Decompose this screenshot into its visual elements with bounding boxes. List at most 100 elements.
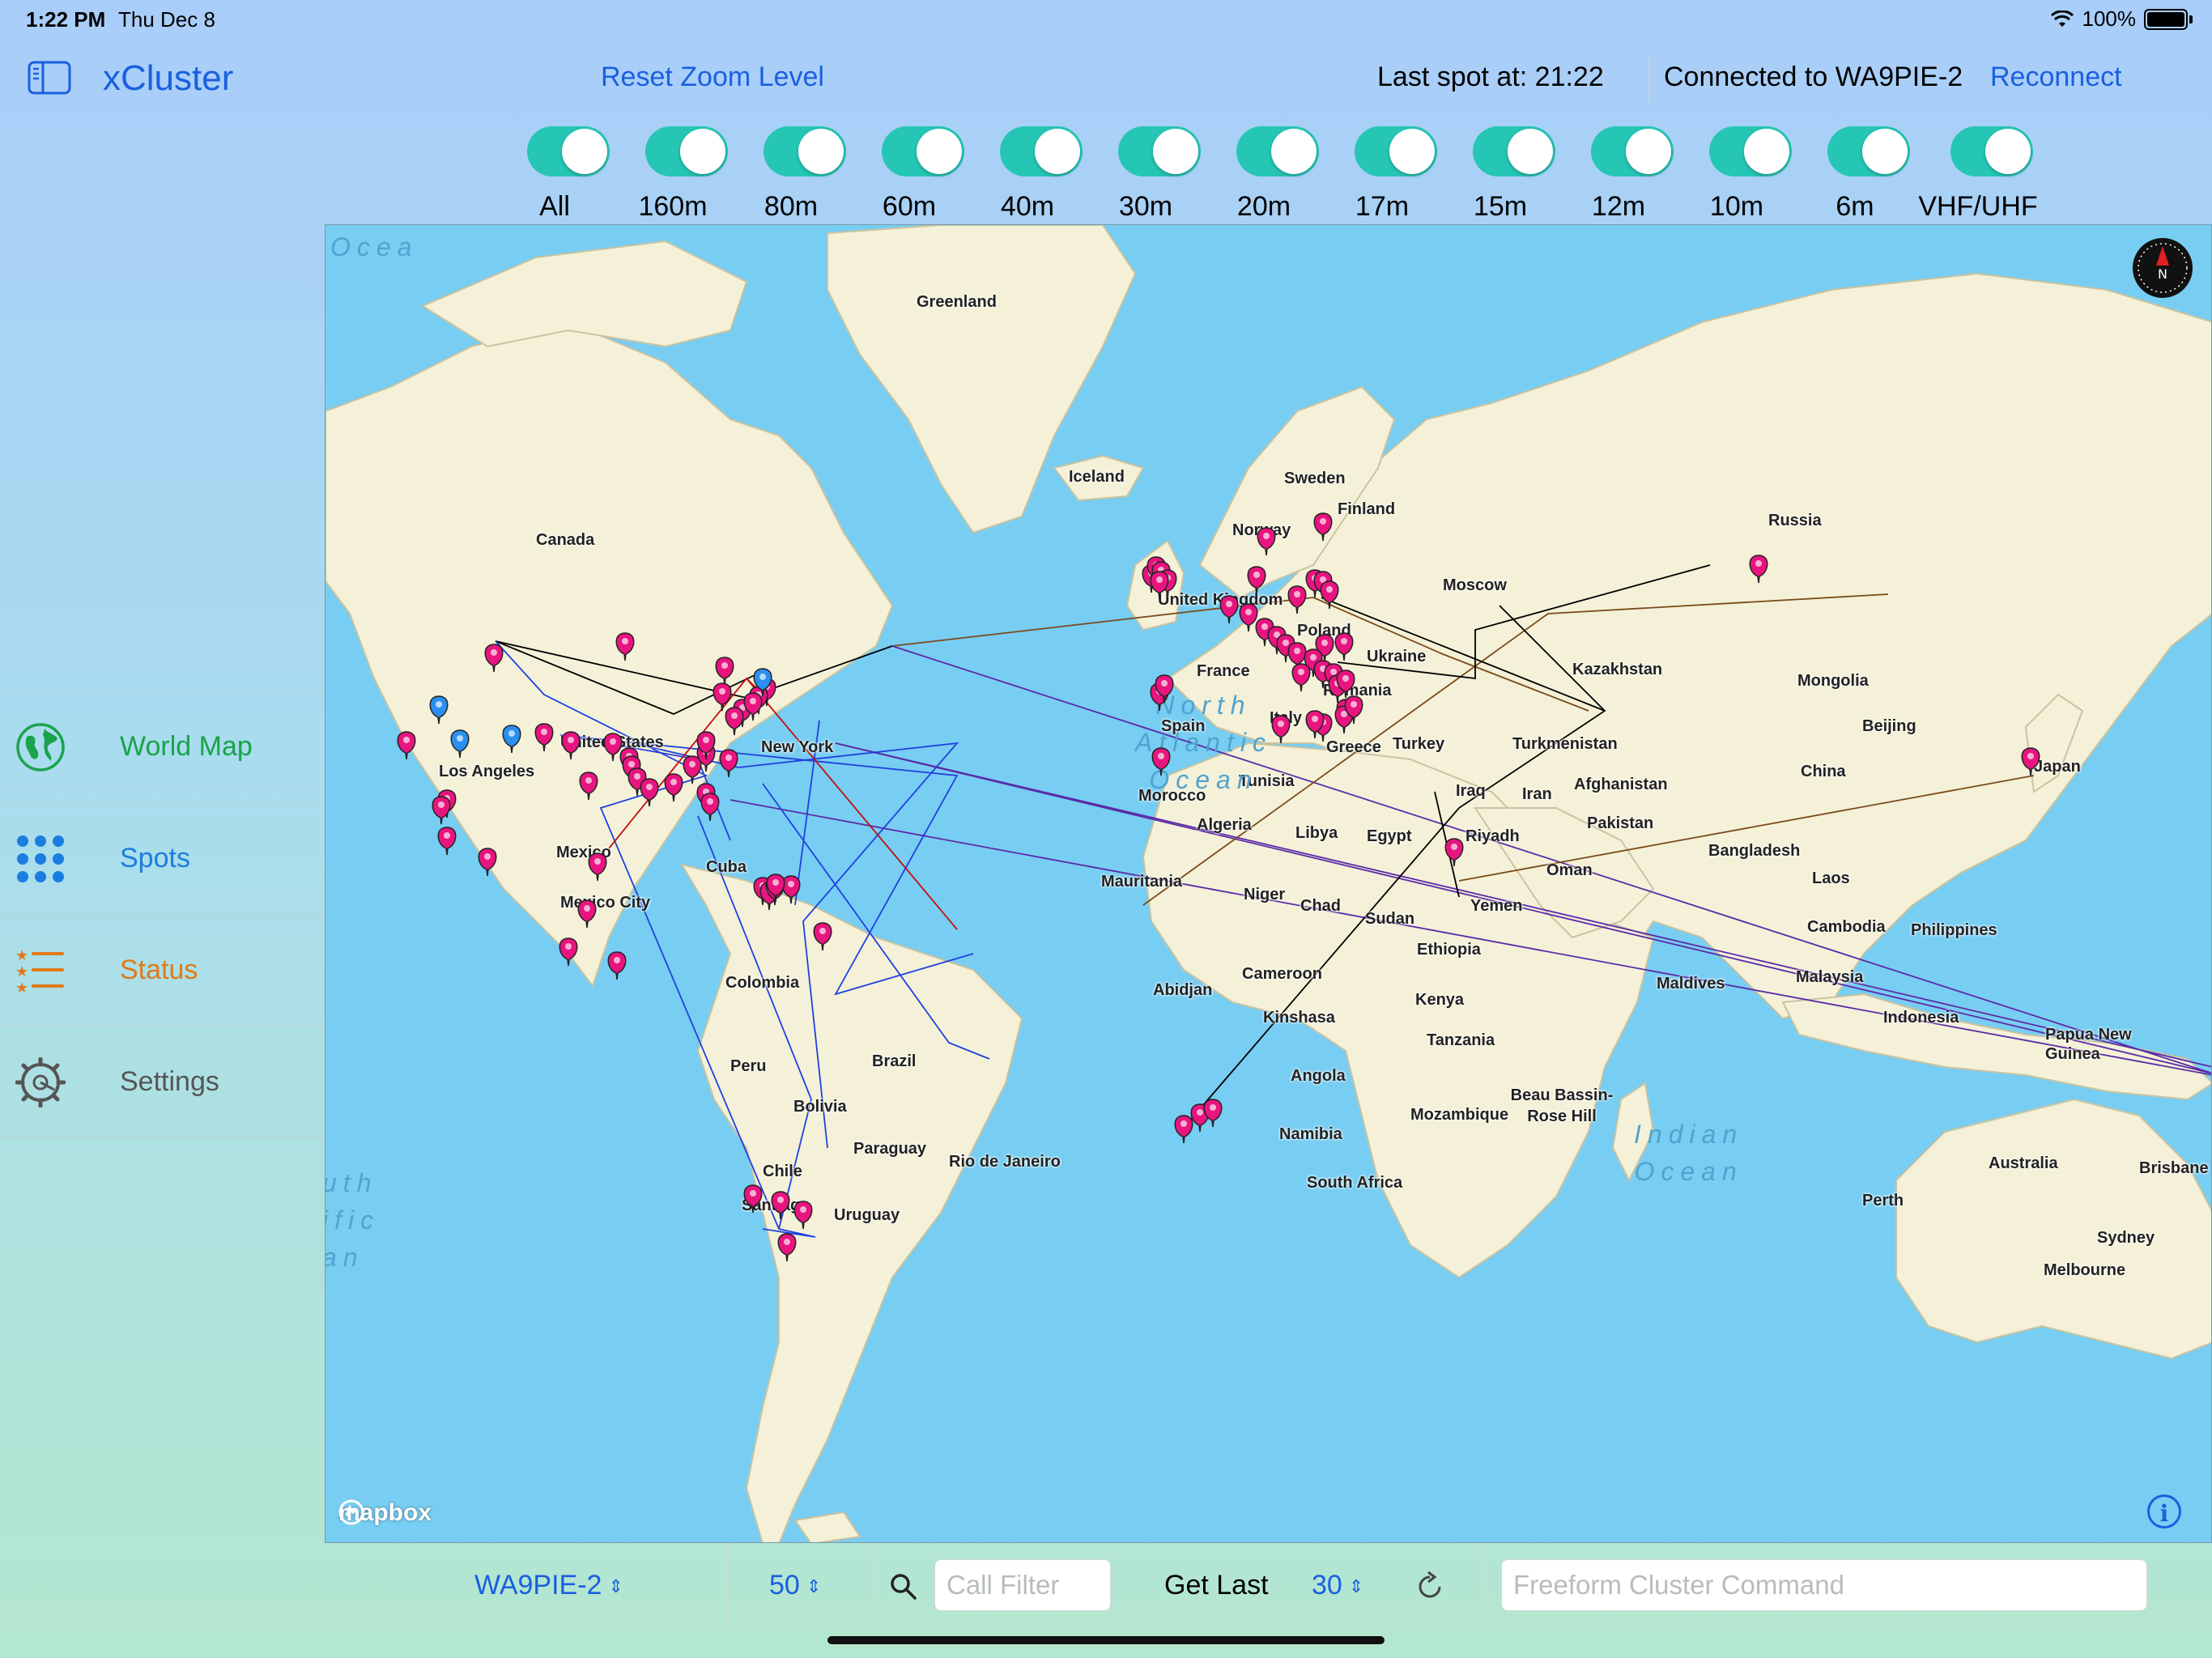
spot-pin[interactable] [1219, 595, 1239, 624]
world-map[interactable]: Greenland Iceland Canada United States L… [325, 224, 2212, 1543]
spot-pin[interactable] [777, 1233, 797, 1262]
sidebar-item-world-map[interactable]: World Map [0, 691, 324, 803]
spot-pin[interactable] [1334, 632, 1354, 661]
spot-pin[interactable] [793, 1201, 813, 1230]
spot-pin[interactable] [1239, 603, 1258, 632]
spot-pin[interactable] [1291, 663, 1311, 692]
toolbar-divider [874, 1543, 876, 1624]
spot-pin[interactable] [603, 733, 623, 762]
get-last-selector[interactable]: 30 ⇕ [1312, 1570, 1363, 1601]
battery-icon [2144, 8, 2188, 30]
grid-dots-icon [15, 833, 66, 885]
toggle-12m[interactable] [1591, 126, 1674, 176]
toggle-20m[interactable] [1236, 126, 1319, 176]
toggle-10m[interactable] [1709, 126, 1792, 176]
toggle-17m[interactable] [1355, 126, 1437, 176]
svg-text:★: ★ [15, 947, 28, 964]
sidebar-toggle-icon[interactable] [28, 61, 71, 95]
last-spot-label: Last spot at: 21:22 [1377, 62, 1604, 92]
spot-pin[interactable] [1257, 527, 1276, 556]
chevron-up-down-icon: ⇕ [608, 1576, 623, 1597]
toggle-160m[interactable] [645, 126, 728, 176]
spot-pin[interactable] [1247, 566, 1266, 595]
spot-pin[interactable] [397, 731, 416, 760]
freeform-command-input[interactable]: Freeform Cluster Command [1501, 1559, 2147, 1611]
info-icon[interactable]: i [2147, 1494, 2181, 1528]
get-last-label: Get Last [1164, 1570, 1269, 1601]
spot-pin[interactable] [771, 1191, 790, 1220]
spot-pin[interactable] [561, 731, 581, 760]
spot-pin[interactable] [664, 773, 683, 802]
spot-pin[interactable] [725, 707, 744, 736]
compass-icon[interactable]: N [2133, 238, 2193, 298]
status-bar: 1:22 PM Thu Dec 8 100% [0, 0, 2212, 39]
svg-text:N: N [2158, 266, 2167, 282]
spot-pin[interactable] [683, 755, 702, 784]
reconnect-button[interactable]: Reconnect [1990, 62, 2122, 93]
spot-pin[interactable] [579, 772, 598, 801]
spot-pin[interactable] [534, 723, 554, 752]
reset-zoom-button[interactable]: Reset Zoom Level [601, 62, 824, 93]
sidebar-item-label: Status [120, 954, 198, 985]
sidebar-item-settings[interactable]: Settings [0, 1027, 324, 1138]
mapbox-logo[interactable]: mapbox [338, 1499, 432, 1527]
toggle-15m[interactable] [1473, 126, 1555, 176]
status-time: 1:22 PM [26, 7, 106, 32]
spot-pin[interactable] [1749, 555, 1768, 584]
sidebar-item-label: Settings [120, 1066, 219, 1097]
spot-pin[interactable] [1271, 715, 1291, 744]
spot-pin[interactable] [781, 875, 801, 904]
spot-pin[interactable] [1287, 585, 1307, 614]
spot-count-selector[interactable]: 50 ⇕ [769, 1570, 821, 1601]
chevron-up-down-icon: ⇕ [806, 1576, 822, 1597]
search-icon [891, 1574, 917, 1600]
battery-percent: 100% [2082, 6, 2137, 31]
spot-pin[interactable] [615, 632, 635, 661]
refresh-icon[interactable] [1414, 1571, 1446, 1603]
spot-pin[interactable] [588, 852, 607, 882]
sidebar-item-status[interactable]: ★ ★ ★ Status [0, 915, 324, 1027]
spot-pin[interactable] [2021, 747, 2040, 776]
spot-pin[interactable] [437, 827, 457, 856]
list-stars-icon: ★ ★ ★ [15, 945, 66, 997]
spot-pin[interactable] [1320, 580, 1339, 610]
spot-pin[interactable] [700, 793, 720, 822]
spot-pin[interactable] [1313, 512, 1333, 542]
spot-pins [397, 512, 2040, 1262]
spot-pin[interactable] [813, 922, 832, 951]
status-right: 100% [2050, 6, 2193, 32]
spot-pin[interactable] [640, 778, 659, 807]
wifi-icon [2050, 10, 2074, 27]
spot-pin-blue[interactable] [502, 725, 521, 754]
mapbox-icon [338, 1499, 364, 1525]
spot-pin[interactable] [715, 657, 734, 686]
toggle-40m[interactable] [1000, 126, 1083, 176]
toggle-30m[interactable] [1118, 126, 1201, 176]
spot-pin[interactable] [1151, 747, 1171, 776]
spot-pin[interactable] [478, 848, 497, 877]
spot-pin[interactable] [432, 796, 451, 825]
spot-pin-blue[interactable] [450, 729, 470, 759]
spot-pin[interactable] [1444, 838, 1464, 867]
spot-pin[interactable] [484, 644, 504, 673]
spot-pin[interactable] [743, 1184, 763, 1214]
toggle-6m[interactable] [1827, 126, 1910, 176]
toggle-all[interactable] [527, 126, 610, 176]
spot-pin-blue[interactable] [429, 695, 449, 725]
cluster-selector[interactable]: WA9PIE-2 ⇕ [474, 1570, 623, 1601]
spot-pin[interactable] [559, 937, 578, 967]
globe-icon [15, 721, 66, 773]
spot-pin[interactable] [1174, 1115, 1193, 1144]
spot-pin[interactable] [607, 951, 627, 980]
call-filter-input[interactable]: Call Filter [934, 1559, 1111, 1611]
toggle-vhf-uhf[interactable] [1950, 126, 2033, 176]
status-date: Thu Dec 8 [118, 7, 215, 32]
spot-pin[interactable] [1150, 571, 1169, 600]
toggle-80m[interactable] [764, 126, 846, 176]
sidebar-item-spots[interactable]: Spots [0, 803, 324, 915]
toggle-60m[interactable] [882, 126, 964, 176]
spot-pin[interactable] [713, 682, 732, 712]
spot-pin[interactable] [577, 899, 597, 929]
spot-pin[interactable] [719, 749, 738, 778]
spot-pin[interactable] [1203, 1099, 1223, 1128]
